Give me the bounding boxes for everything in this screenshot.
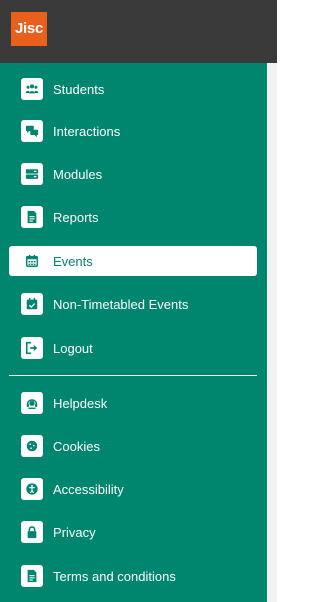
nav-item-non-timetabled-events[interactable]: Non-Timetabled Events xyxy=(9,289,257,319)
nav-item-label: Logout xyxy=(53,340,93,356)
nav-item-label: Events xyxy=(53,253,93,269)
nav-item-logout[interactable]: Logout xyxy=(9,333,257,363)
calendar-icon xyxy=(21,250,43,272)
nav-item-label: Non-Timetabled Events xyxy=(53,296,189,312)
nav-item-label: Accessibility xyxy=(53,481,124,497)
accessibility-icon xyxy=(21,478,43,500)
document-icon xyxy=(21,565,43,587)
nav-item-helpdesk[interactable]: Helpdesk xyxy=(9,388,257,418)
nav-item-label: Students xyxy=(53,81,105,97)
nav-item-terms-and-conditions[interactable]: Terms and conditions xyxy=(9,561,257,591)
lock-icon xyxy=(21,521,43,543)
nav-item-label: Modules xyxy=(53,166,103,182)
nav-item-accessibility[interactable]: Accessibility xyxy=(9,474,257,504)
cookie-icon xyxy=(21,435,43,457)
headset-icon xyxy=(21,392,43,414)
nav-item-label: Privacy xyxy=(53,524,96,540)
nav-item-privacy[interactable]: Privacy xyxy=(9,517,257,547)
jisc-logo[interactable]: Jisc xyxy=(11,12,47,46)
nav-item-label: Interactions xyxy=(53,123,121,139)
nav-item-events[interactable]: Events xyxy=(9,246,257,276)
logout-icon xyxy=(21,337,43,359)
top-bar: Jisc xyxy=(0,0,277,63)
nav-item-reports[interactable]: Reports xyxy=(9,202,257,232)
nav-item-label: Helpdesk xyxy=(53,395,108,411)
calendar-check-icon xyxy=(21,293,43,315)
nav-item-modules[interactable]: Modules xyxy=(9,159,257,189)
nav-item-cookies[interactable]: Cookies xyxy=(9,431,257,461)
nav-item-label: Cookies xyxy=(53,438,100,454)
nav-item-label: Terms and conditions xyxy=(53,568,176,584)
nav-divider xyxy=(9,375,257,376)
modules-icon xyxy=(21,163,43,185)
nav-item-students[interactable]: Students xyxy=(9,74,257,104)
scrollbar[interactable] xyxy=(267,63,277,602)
nav-item-label: Reports xyxy=(53,209,99,225)
chat-bubbles-icon xyxy=(21,120,43,142)
nav-item-interactions[interactable]: Interactions xyxy=(9,116,257,146)
users-icon xyxy=(21,78,43,100)
document-icon xyxy=(21,206,43,228)
